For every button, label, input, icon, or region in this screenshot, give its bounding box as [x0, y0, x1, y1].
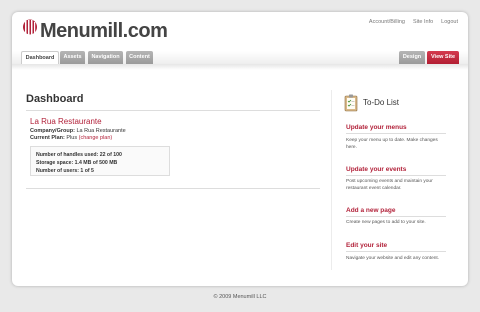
site-info-link[interactable]: Site Info [413, 19, 433, 25]
users-count: Number of users: 1 of 5 [36, 168, 94, 174]
logo-text: Menumill.com [40, 19, 168, 42]
todo-clipboard-icon [344, 94, 358, 112]
update-menus-link[interactable]: Update your menus [346, 124, 407, 131]
tab-navigation[interactable]: Navigation [88, 51, 123, 64]
footer: © 2009 Menumill LLC [213, 294, 267, 300]
handles-used: Number of handles used: 22 of 100 [36, 152, 122, 158]
edit-site-link[interactable]: Edit your site [346, 242, 387, 249]
tab-design[interactable]: Design [399, 51, 425, 64]
plan-info: Current Plan: Plus (change plan) [30, 135, 112, 141]
company-info: Company/Group: La Rua Restaurante [30, 128, 126, 134]
page-title: Dashboard [26, 93, 84, 105]
logo[interactable]: Menumill.com [22, 18, 168, 44]
fork-logo-icon [23, 19, 37, 41]
tab-assets[interactable]: Assets [60, 51, 85, 64]
add-page-link[interactable]: Add a new page [346, 207, 395, 214]
storage-space: Storage space: 1.4 MB of 500 MB [36, 160, 118, 166]
todo-divider [346, 251, 446, 252]
view-site-button[interactable]: View Site [427, 51, 459, 64]
add-page-text: Create new pages to add to your site. [346, 220, 426, 225]
top-links: Account/Billing Site Info Logout [369, 19, 458, 25]
company-label: Company/Group: [30, 128, 75, 134]
title-divider [26, 110, 320, 111]
plan-value: Plus [66, 135, 78, 141]
account-billing-link[interactable]: Account/Billing [369, 19, 405, 25]
sidebar-separator [331, 90, 332, 270]
tab-content[interactable]: Content [126, 51, 153, 64]
restaurant-name: La Rua Restaurante [30, 117, 102, 126]
update-menus-text: Keep your menu up to date. Make changes … [346, 138, 438, 150]
edit-site-text: Navigate your website and edit any conte… [346, 256, 440, 261]
todo-title: To-Do List [363, 98, 400, 107]
tab-bar-shadow [12, 64, 468, 70]
update-events-link[interactable]: Update your events [346, 166, 406, 173]
company-value: La Rua Restaurante [76, 128, 126, 134]
todo-divider [346, 133, 446, 134]
change-plan-link[interactable]: (change plan) [79, 135, 113, 141]
main-bottom-divider [26, 188, 320, 189]
logout-link[interactable]: Logout [441, 19, 458, 25]
todo-divider [346, 175, 446, 176]
tab-dashboard[interactable]: Dashboard [21, 51, 59, 64]
usage-stats: Number of handles used: 22 of 100 Storag… [30, 146, 170, 176]
update-events-text: Post upcoming events and maintain your r… [346, 179, 433, 191]
todo-divider [346, 216, 446, 217]
plan-label: Current Plan: [30, 135, 65, 141]
